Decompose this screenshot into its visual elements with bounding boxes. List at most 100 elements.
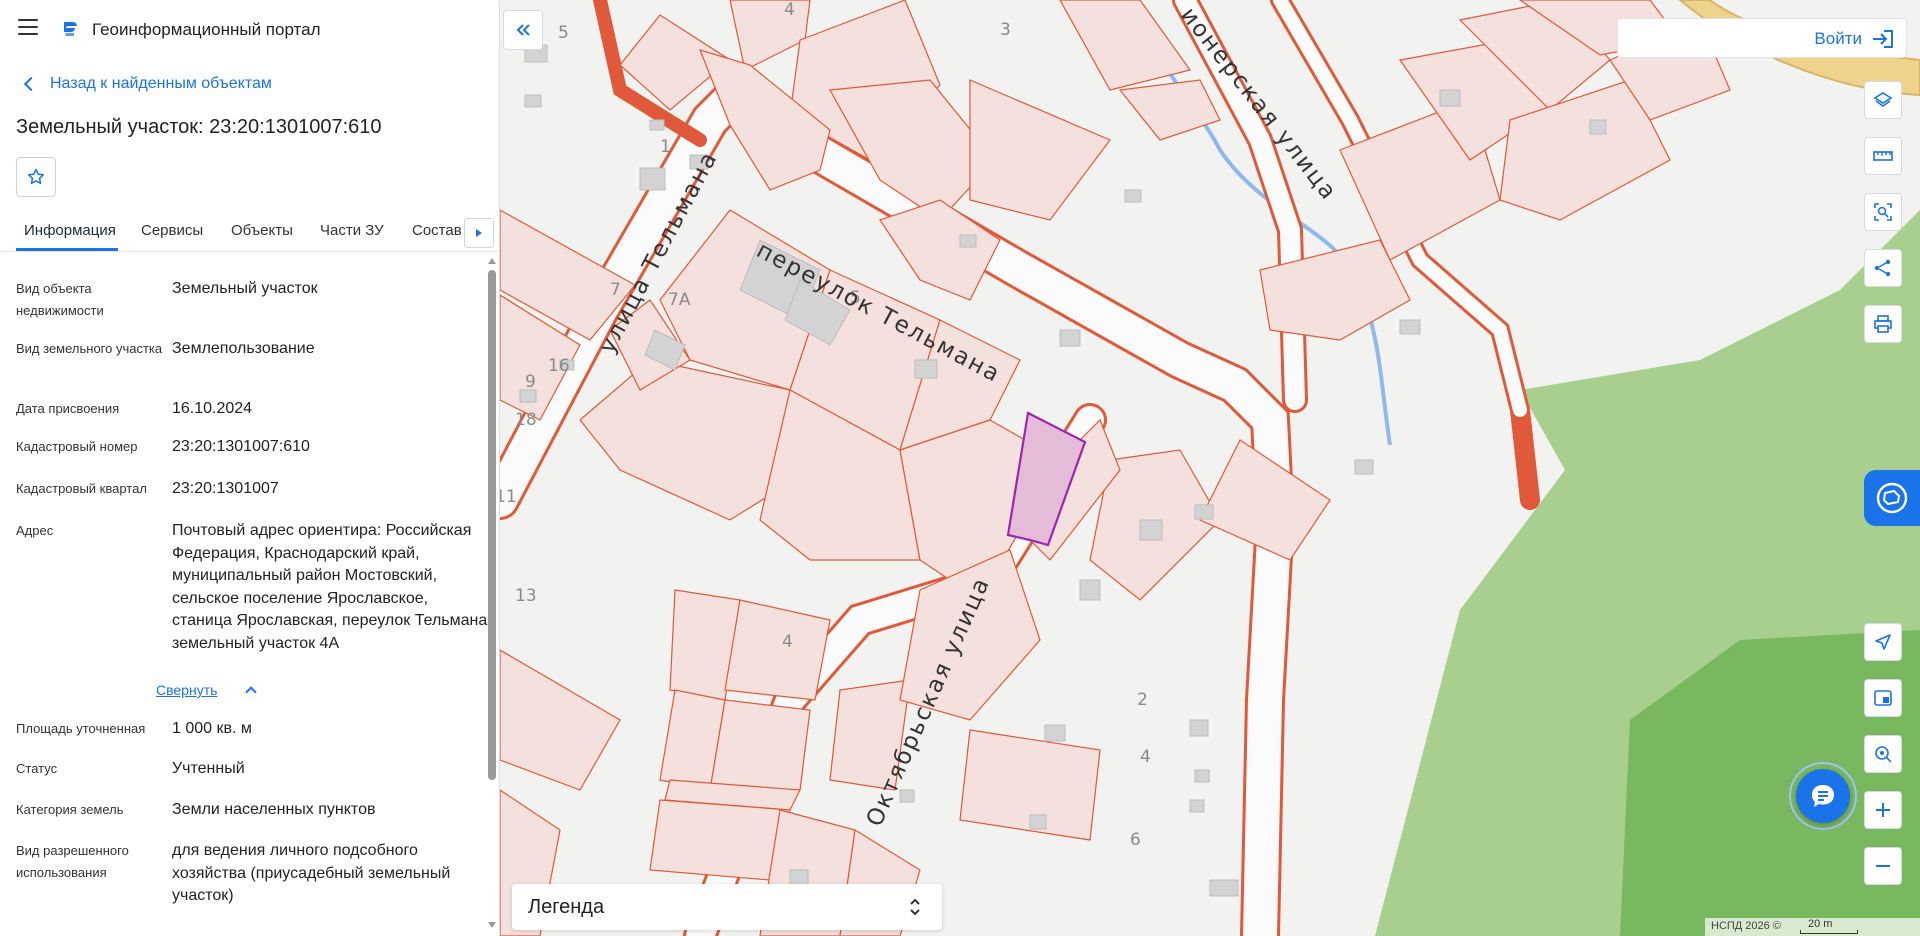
map-view[interactable]: 5 4 3 1 7 7А 5 16 9 18 11 13 4 2 4 6 ули… bbox=[500, 0, 1920, 936]
field-value: 16.10.2024 bbox=[172, 400, 253, 417]
field-label: Кадастровый номер bbox=[16, 439, 138, 454]
field-label: Площадь уточненная bbox=[16, 721, 146, 736]
menu-icon[interactable] bbox=[18, 19, 38, 35]
legend-button[interactable]: Легенда bbox=[512, 884, 942, 930]
scroll-thumb[interactable] bbox=[488, 270, 496, 780]
house-number-label: 18 bbox=[515, 410, 537, 430]
active-tab-indicator bbox=[16, 248, 118, 251]
field-label: Адрес bbox=[16, 523, 54, 538]
layers-button[interactable] bbox=[1864, 81, 1902, 119]
layers-icon bbox=[1873, 92, 1893, 107]
house-number-label: 1 bbox=[660, 137, 671, 157]
locate-button[interactable] bbox=[1864, 623, 1902, 661]
chat-icon bbox=[1812, 785, 1834, 807]
field-value: 23:20:1301007 bbox=[172, 480, 279, 497]
house-number-label: 4 bbox=[1140, 747, 1151, 767]
login-bar: Войти bbox=[1617, 18, 1907, 58]
house-number-label: 3 bbox=[1000, 20, 1011, 40]
zoom-out-button[interactable] bbox=[1864, 847, 1902, 885]
minimap-button[interactable] bbox=[1864, 679, 1902, 717]
tab-information[interactable]: Информация bbox=[24, 222, 116, 239]
field-value: Земли населенных пунктов bbox=[172, 801, 376, 818]
tabs-scroll-right-button[interactable] bbox=[464, 218, 494, 248]
share-icon bbox=[1874, 259, 1891, 277]
tab-objects[interactable]: Объекты bbox=[231, 222, 293, 239]
locate-icon bbox=[1875, 634, 1891, 650]
field-value: Земельный участок bbox=[172, 280, 318, 297]
app-title: Геоинформационный портал bbox=[92, 20, 321, 39]
collapse-link[interactable]: Свернуть bbox=[156, 682, 217, 698]
tab-composition[interactable]: Состав bbox=[412, 222, 462, 239]
select-area-icon bbox=[1874, 203, 1892, 221]
select-area-button[interactable] bbox=[1864, 193, 1902, 231]
ruler-button[interactable] bbox=[1864, 137, 1902, 175]
panel-scrollbar[interactable] bbox=[487, 258, 497, 936]
expand-icon bbox=[910, 898, 920, 916]
field-label: Вид объекта недвижимости bbox=[16, 281, 104, 318]
field-label: Дата присвоения bbox=[16, 401, 120, 416]
chat-button[interactable] bbox=[1789, 762, 1857, 830]
app: Геоинформационный портал Назад к найденн… bbox=[0, 0, 1920, 936]
house-number-label: 4 bbox=[782, 632, 793, 652]
star-icon bbox=[27, 168, 45, 185]
tabs: Информация Сервисы Объекты Части ЗУ Сост… bbox=[0, 214, 499, 252]
chevron-left-icon bbox=[23, 76, 39, 92]
field-value: 23:20:1301007:610 bbox=[172, 438, 310, 455]
chevron-up-icon bbox=[245, 686, 257, 698]
back-link-label: Назад к найденным объектам bbox=[50, 75, 272, 92]
house-number-label: 4 bbox=[784, 0, 795, 20]
field-value: Почтовый адрес ориентира: Российская Фед… bbox=[172, 522, 492, 652]
map-assistant-icon bbox=[1876, 482, 1908, 514]
object-title: Земельный участок: 23:20:1301007:610 bbox=[16, 116, 382, 138]
legend-label: Легенда bbox=[528, 896, 605, 918]
collapse-panel-button[interactable] bbox=[503, 10, 543, 50]
house-number-label: 13 bbox=[515, 586, 537, 606]
field-label: Статус bbox=[16, 761, 58, 776]
field-value: Учтенный bbox=[172, 760, 245, 777]
print-button[interactable] bbox=[1864, 305, 1902, 343]
login-button[interactable]: Войти bbox=[1814, 29, 1862, 49]
field-label: Категория земель bbox=[16, 802, 124, 817]
ruler-icon bbox=[1873, 151, 1893, 161]
attribution-text: НСПД 2026 © bbox=[1711, 920, 1781, 932]
chat-button-inner bbox=[1796, 769, 1850, 823]
double-chevron-left-icon bbox=[516, 24, 530, 36]
zoom-out-icon bbox=[1876, 865, 1890, 867]
field-label: Вид разрешенного использования bbox=[16, 843, 129, 880]
field-value: для ведения личного подсобного хозяйства… bbox=[172, 842, 451, 904]
geo-search-icon bbox=[1875, 746, 1892, 763]
house-number-label: 9 bbox=[525, 372, 536, 392]
house-number-label: 7А bbox=[668, 290, 691, 310]
house-number-label: 11 bbox=[500, 487, 517, 507]
zoom-in-icon bbox=[1876, 803, 1890, 817]
field-label: Вид земельного участка bbox=[16, 341, 163, 356]
tab-services[interactable]: Сервисы bbox=[141, 222, 203, 239]
assistant-button[interactable] bbox=[1864, 470, 1920, 526]
scale-label: 20 m bbox=[1808, 918, 1833, 930]
login-icon[interactable] bbox=[1872, 29, 1894, 49]
arrow-right-icon bbox=[476, 229, 482, 237]
scroll-down-icon[interactable] bbox=[488, 922, 496, 928]
field-value: 1 000 кв. м bbox=[172, 720, 252, 737]
scale-bar bbox=[1800, 930, 1858, 934]
house-number-label: 16 bbox=[548, 356, 570, 376]
portal-logo-icon bbox=[64, 22, 77, 36]
back-to-results-link[interactable]: Назад к найденным объектам bbox=[22, 75, 272, 93]
tab-parts[interactable]: Части ЗУ bbox=[320, 222, 384, 239]
field-value: Землепользование bbox=[172, 340, 315, 357]
scroll-up-icon[interactable] bbox=[488, 258, 496, 264]
field-label: Кадастровый квартал bbox=[16, 481, 147, 496]
house-number-label: 5 bbox=[558, 23, 569, 43]
house-number-label: 6 bbox=[1130, 830, 1141, 850]
top-bar: Геоинформационный портал bbox=[0, 0, 499, 58]
info-list: Вид объекта недвижимости Земельный участ… bbox=[0, 258, 492, 936]
zoom-in-button[interactable] bbox=[1864, 791, 1902, 829]
house-number-label: 2 bbox=[1137, 690, 1148, 710]
favorite-button[interactable] bbox=[16, 157, 56, 197]
map-canvas[interactable]: 5 4 3 1 7 7А 5 16 9 18 11 13 4 2 4 6 ули… bbox=[500, 0, 1920, 936]
geo-search-button[interactable] bbox=[1864, 735, 1902, 773]
info-panel: Геоинформационный портал Назад к найденн… bbox=[0, 0, 500, 936]
minimap-icon bbox=[1874, 690, 1892, 706]
share-button[interactable] bbox=[1864, 249, 1902, 287]
print-icon bbox=[1874, 315, 1892, 333]
